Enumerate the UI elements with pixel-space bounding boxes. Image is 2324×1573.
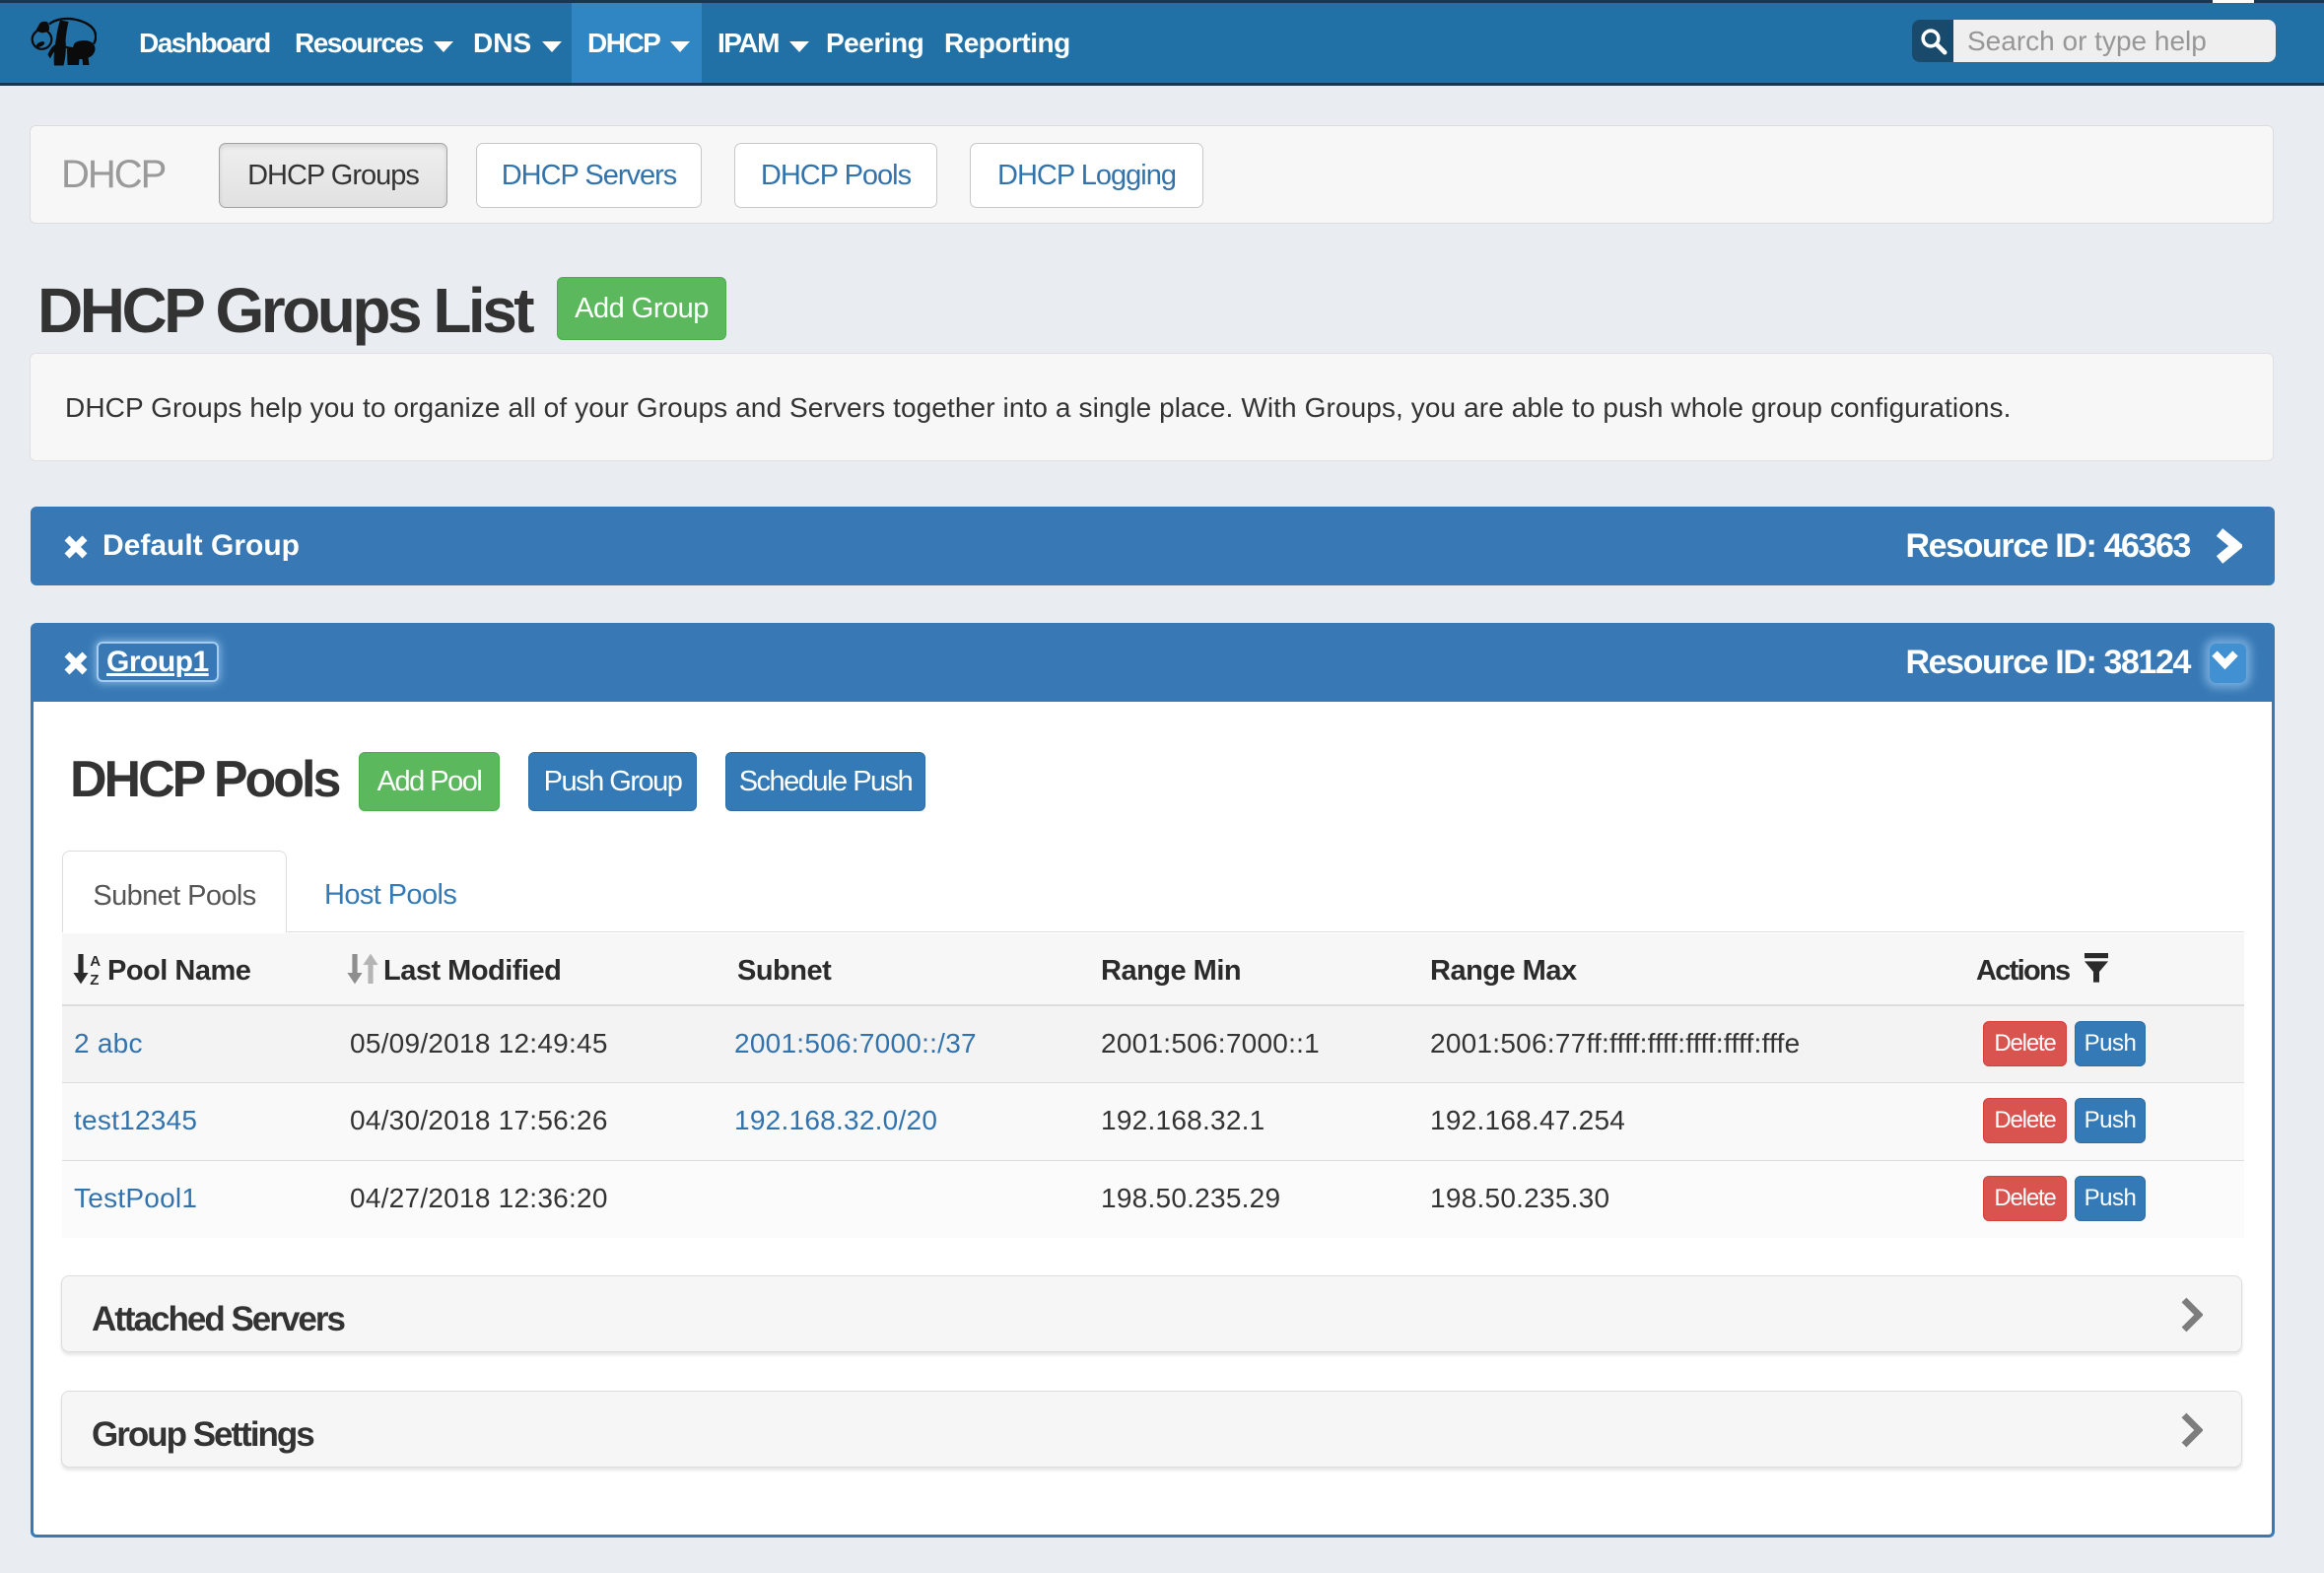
svg-text:Z: Z [90,972,99,986]
svg-text:A: A [90,953,101,970]
